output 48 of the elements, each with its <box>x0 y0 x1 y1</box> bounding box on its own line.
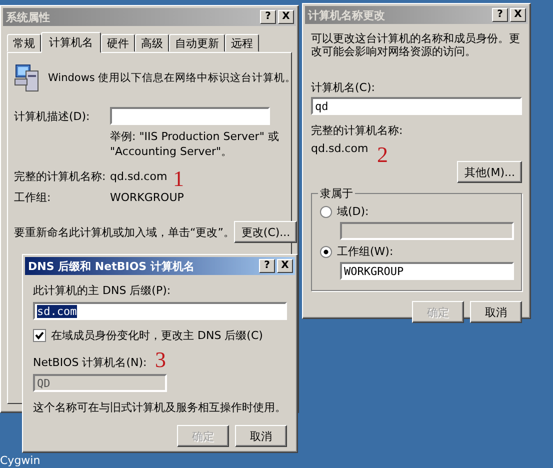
workgroup-value: WORKGROUP <box>110 191 184 204</box>
tab[interactable]: 远程 <box>225 34 259 52</box>
dns-suffix-field[interactable]: sd.com <box>33 302 287 320</box>
tab[interactable]: 常规 <box>7 34 41 52</box>
annotation-number: 1 <box>173 168 184 190</box>
close-button[interactable]: X <box>277 259 293 273</box>
checkbox[interactable] <box>33 329 46 342</box>
full-name-value: qd.sd.com <box>311 142 368 155</box>
intro-text: 可以更改这台计算机的名称和成员身份。更改可能会影响对网络资源的访问。 <box>311 32 521 58</box>
help-button[interactable]: ? <box>492 8 508 22</box>
radio-label: 域(D): <box>337 204 369 219</box>
tab[interactable]: 自动更新 <box>169 34 225 52</box>
change-button[interactable]: 更改(C)... <box>234 221 298 243</box>
desktop-icon-label[interactable]: Cygwin <box>0 454 40 467</box>
group-label: 隶属于 <box>318 186 355 201</box>
more-button[interactable]: 其他(M)... <box>457 161 522 183</box>
hint-text: 举例: "IIS Production Server" 或 "Accounting Server"。 <box>110 129 280 159</box>
annotation-number: 3 <box>155 349 166 371</box>
field-label: 计算机描述(D): <box>14 108 91 124</box>
note-text: 这个名称可在与旧式计算机及服务相互操作时使用。 <box>33 400 286 415</box>
rename-text: 要重新命名此计算机或加入域，单击“更改”。 <box>14 224 234 240</box>
tab[interactable]: 高级 <box>135 34 169 52</box>
cancel-button[interactable]: 取消 <box>470 301 522 323</box>
annotation-number: 2 <box>377 144 388 166</box>
field-label: 工作组: <box>14 190 52 205</box>
field-label: 完整的计算机名称: <box>311 123 403 138</box>
field-label: NetBIOS 计算机名(N): <box>33 355 147 370</box>
radio-button[interactable] <box>320 246 332 258</box>
tab[interactable]: 计算机名 <box>41 32 101 53</box>
field-label: 计算机名(C): <box>311 80 375 95</box>
close-button[interactable]: X <box>510 8 526 22</box>
field-label: 此计算机的主 DNS 后缀(P): <box>33 283 171 298</box>
description-field[interactable] <box>110 107 270 125</box>
close-button[interactable]: X <box>278 10 294 24</box>
workgroup-field[interactable]: WORKGROUP <box>340 262 514 280</box>
computer-name-field[interactable]: qd <box>311 97 522 115</box>
help-button[interactable]: ? <box>260 10 276 24</box>
window-title: DNS 后缀和 NetBIOS 计算机名 <box>28 258 194 274</box>
cancel-button[interactable]: 取消 <box>235 425 287 447</box>
field-label: 完整的计算机名称: <box>14 169 107 184</box>
tab[interactable]: 硬件 <box>101 34 135 52</box>
checkbox-label: 在域成员身份变化时，更改主 DNS 后缀(C) <box>51 328 263 343</box>
full-name-value: qd.sd.com <box>110 170 168 183</box>
window-title: 系统属性 <box>6 10 50 24</box>
intro-text: Windows 使用以下信息在网络中标识这台计算机。 <box>48 71 296 85</box>
help-button[interactable]: ? <box>259 259 275 273</box>
radio-label: 工作组(W): <box>337 244 394 259</box>
window-title: 计算机名称更改 <box>308 8 385 22</box>
